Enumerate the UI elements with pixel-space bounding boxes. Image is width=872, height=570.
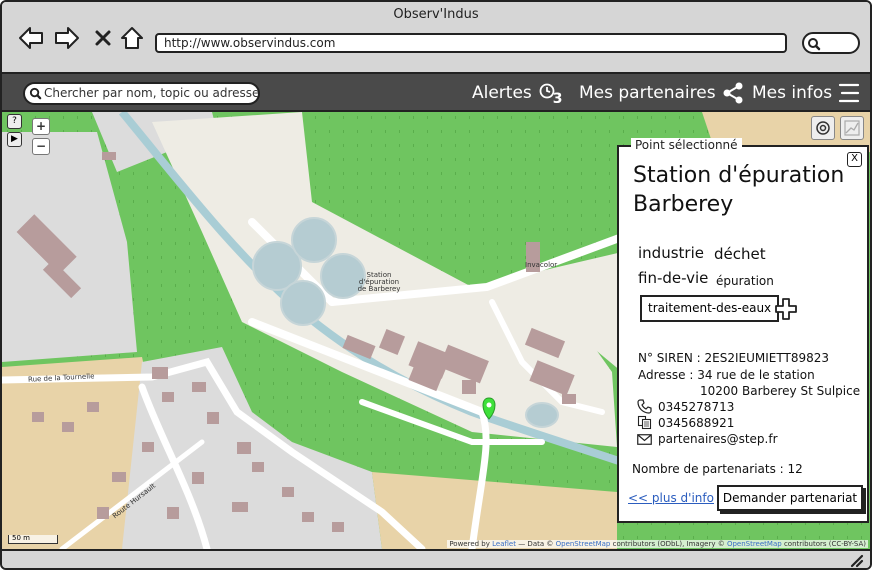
tag-traitement-des-eaux[interactable]: traitement-des-eaux [640, 295, 780, 322]
email-icon [637, 434, 652, 445]
email-address[interactable]: partenaires@step.fr [658, 432, 778, 446]
hamburger-menu-icon [839, 83, 860, 103]
map-side-controls: ? ▶ [7, 114, 22, 150]
stop-icon[interactable] [89, 24, 117, 52]
phone-number: 0345278713 [658, 400, 735, 414]
siren: N° SIREN : 2ES2IEUMIETT89823 [638, 351, 829, 365]
zoom-in-button[interactable]: + [32, 118, 50, 135]
map-attribution: Powered by Leaflet — Data © OpenStreetMa… [447, 540, 868, 548]
tag-fin-de-vie[interactable]: fin-de-vie [638, 269, 708, 287]
target-icon [816, 121, 830, 135]
add-tag-icon[interactable] [774, 297, 798, 321]
partners-button[interactable]: Mes partenaires [579, 80, 745, 106]
tag-dechet[interactable]: déchet [714, 245, 766, 263]
panel-title: Station d'épuration Barberey [633, 163, 845, 217]
window-title: Observ'Indus [393, 7, 479, 22]
selected-point-panel: Point sélectionné X Station d'épuration … [617, 138, 869, 523]
osm-link[interactable]: OpenStreetMap [727, 540, 782, 548]
tag-industrie[interactable]: industrie [638, 244, 704, 262]
share-icon [723, 82, 743, 104]
chart-button[interactable] [840, 116, 864, 140]
browser-search-field[interactable] [802, 32, 860, 54]
back-icon[interactable] [17, 24, 45, 52]
resize-handle-icon[interactable] [850, 554, 864, 568]
partners-label: Mes partenaires [579, 83, 716, 103]
browser-window: Observ'Indus http://www.observindus.com … [0, 0, 872, 570]
url-field[interactable]: http://www.observindus.com [155, 33, 787, 53]
map-scale: 50 m [8, 535, 58, 544]
browser-toolbar: Observ'Indus http://www.observindus.com [2, 2, 870, 74]
search-icon [29, 87, 42, 100]
attribution-text: contributors (CC-BY-SA) [783, 540, 866, 548]
help-icon[interactable]: ? [7, 114, 22, 129]
search-input[interactable]: Chercher par nom, topic ou adresse [23, 82, 260, 105]
zoom-out-button[interactable]: − [32, 138, 50, 155]
my-info-button[interactable]: Mes infos [752, 80, 861, 106]
request-partnership-button[interactable]: Demander partenariat [717, 485, 863, 511]
phone-icon [637, 399, 652, 414]
locate-button[interactable] [811, 116, 835, 140]
fax-icon [637, 415, 652, 430]
attribution-text: Powered by [449, 540, 490, 548]
alerts-count: 3 [552, 91, 563, 107]
home-icon[interactable] [118, 24, 146, 52]
map-label-poi: Invacolor [525, 261, 558, 269]
address-line-1: Adresse : 34 rue de le station [638, 368, 815, 382]
app-header: Chercher par nom, topic ou adresse Alert… [2, 74, 870, 112]
chart-icon [844, 120, 860, 136]
alerts-label: Alertes [472, 83, 532, 103]
address-line-2: 10200 Barberey St Sulpice [700, 384, 861, 398]
panel-legend: Point sélectionné [631, 138, 742, 152]
fax-number: 0345688921 [658, 416, 735, 430]
search-placeholder: Chercher par nom, topic ou adresse [44, 86, 260, 100]
osm-link[interactable]: OpenStreetMap [556, 540, 611, 548]
alerts-button[interactable]: Alertes 3 [472, 80, 565, 107]
more-info-link[interactable]: << plus d'info [628, 491, 714, 505]
zoom-control: + − [32, 118, 52, 158]
map-label-station: Station d'épuration de Barberey [357, 271, 401, 293]
forward-icon[interactable] [53, 24, 81, 52]
status-bar [2, 549, 870, 568]
tag-epuration[interactable]: épuration [716, 274, 774, 288]
attribution-text: contributors (ODbL), Imagery © [612, 540, 725, 548]
my-info-label: Mes infos [752, 83, 833, 103]
leaflet-link[interactable]: Leaflet [492, 540, 516, 548]
search-icon [808, 38, 821, 51]
play-icon[interactable]: ▶ [7, 132, 22, 147]
partnerships-count: Nombre de partenariats : 12 [632, 462, 803, 476]
attribution-text: — Data © [518, 540, 554, 548]
